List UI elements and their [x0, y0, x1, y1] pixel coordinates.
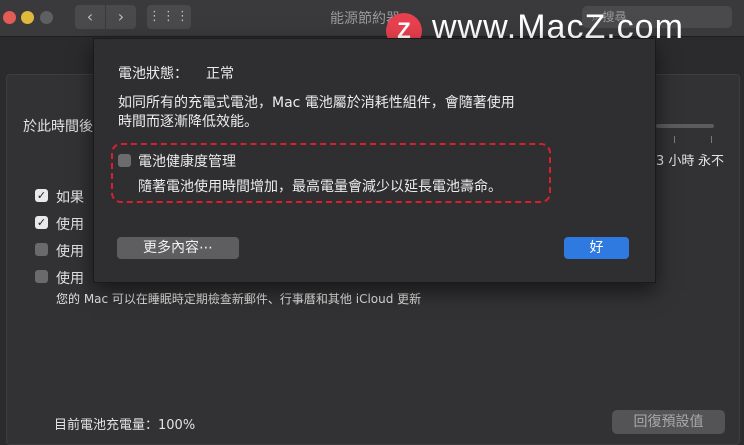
battery-health-checkbox[interactable]: [118, 154, 131, 167]
battery-charge-label: 目前電池充電量：100%: [54, 418, 196, 433]
close-window-button[interactable]: [3, 11, 16, 24]
option-label-4: 使用: [56, 271, 84, 287]
battery-status-label: 電池狀態：: [118, 66, 188, 82]
show-all-grid-button[interactable]: ⋮⋮⋮: [147, 5, 191, 29]
option-checkbox-1[interactable]: ✓: [35, 189, 48, 202]
zoom-window-button[interactable]: [40, 11, 53, 24]
battery-description-line-1: 如同所有的充電式電池，Mac 電池屬於消耗性組件，會隨著使用: [118, 95, 515, 111]
minimize-window-button[interactable]: [21, 11, 34, 24]
battery-health-label: 電池健康度管理: [138, 154, 236, 170]
power-nap-note: 您的 Mac 可以在睡眠時定期檢查新郵件、行事曆和其他 iCloud 更新: [56, 292, 422, 306]
option-checkbox-3[interactable]: [35, 243, 48, 256]
slider-tick: [674, 136, 675, 143]
slider-label-never: 永不: [698, 154, 725, 169]
option-label-3: 使用: [56, 244, 84, 260]
turn-display-off-label: 於此時間後: [23, 119, 93, 135]
battery-health-dialog: 電池狀態： 正常 如同所有的充電式電池，Mac 電池屬於消耗性組件，會隨著使用 …: [93, 38, 656, 283]
display-sleep-slider[interactable]: [656, 124, 714, 128]
option-checkbox-4[interactable]: [35, 270, 48, 283]
option-label-1: 如果: [56, 190, 84, 206]
slider-label-3-hours: 3 小時: [656, 154, 695, 169]
more-info-button[interactable]: 更多內容⋯: [117, 237, 239, 259]
battery-description-line-2: 時間而逐漸降低效能。: [118, 114, 258, 130]
forward-button[interactable]: ›: [106, 5, 136, 29]
back-button[interactable]: ‹: [75, 5, 105, 29]
ok-button[interactable]: 好: [564, 237, 629, 259]
slider-tick: [711, 136, 712, 143]
restore-defaults-button[interactable]: 回復預設值: [612, 410, 725, 434]
battery-health-description: 隨著電池使用時間增加，最高電量會減少以延長電池壽命。: [138, 179, 502, 195]
option-checkbox-2[interactable]: ✓: [35, 216, 48, 229]
battery-status-value: 正常: [206, 66, 234, 82]
option-label-2: 使用: [56, 217, 84, 233]
